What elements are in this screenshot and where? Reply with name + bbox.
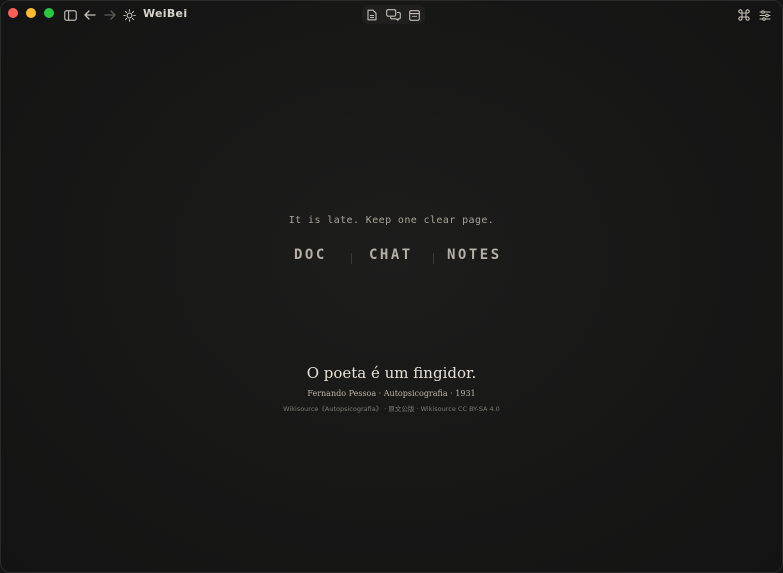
back-arrow-icon[interactable] — [83, 8, 97, 22]
quote-text: O poeta é um fingidor. — [306, 364, 477, 382]
notes-panel-icon[interactable] — [407, 8, 421, 22]
mode-chat-button[interactable]: CHAT — [369, 247, 413, 263]
command-key-icon[interactable] — [737, 8, 751, 22]
app-window: WeiBei It is late. Keep one clear page. … — [0, 0, 783, 573]
minimize-window-button[interactable] — [26, 8, 36, 18]
sliders-icon[interactable] — [758, 8, 772, 22]
document-icon[interactable] — [365, 8, 379, 22]
mode-doc-button[interactable]: DOC — [294, 247, 327, 263]
forward-arrow-icon[interactable] — [103, 8, 117, 22]
mode-divider — [433, 253, 434, 264]
window-controls — [8, 8, 54, 18]
sun-icon[interactable] — [122, 8, 136, 22]
mode-notes-button[interactable]: NOTES — [447, 247, 502, 263]
chat-bubbles-icon[interactable] — [385, 8, 401, 22]
quote-attribution: Fernando Pessoa · Autopsicografia · 1931 — [307, 389, 476, 398]
mode-selector: DOC CHAT NOTES — [1, 247, 782, 267]
tagline: It is late. Keep one clear page. — [288, 215, 495, 226]
sidebar-toggle-icon[interactable] — [63, 8, 77, 22]
zoom-window-button[interactable] — [44, 8, 54, 18]
close-window-button[interactable] — [8, 8, 18, 18]
title-bar: WeiBei — [1, 1, 782, 29]
app-title: WeiBei — [143, 7, 188, 20]
quote-source: Wikisource《Autopsicografia》 · 原文公版 · Wik… — [283, 405, 500, 413]
mode-divider — [351, 253, 352, 264]
